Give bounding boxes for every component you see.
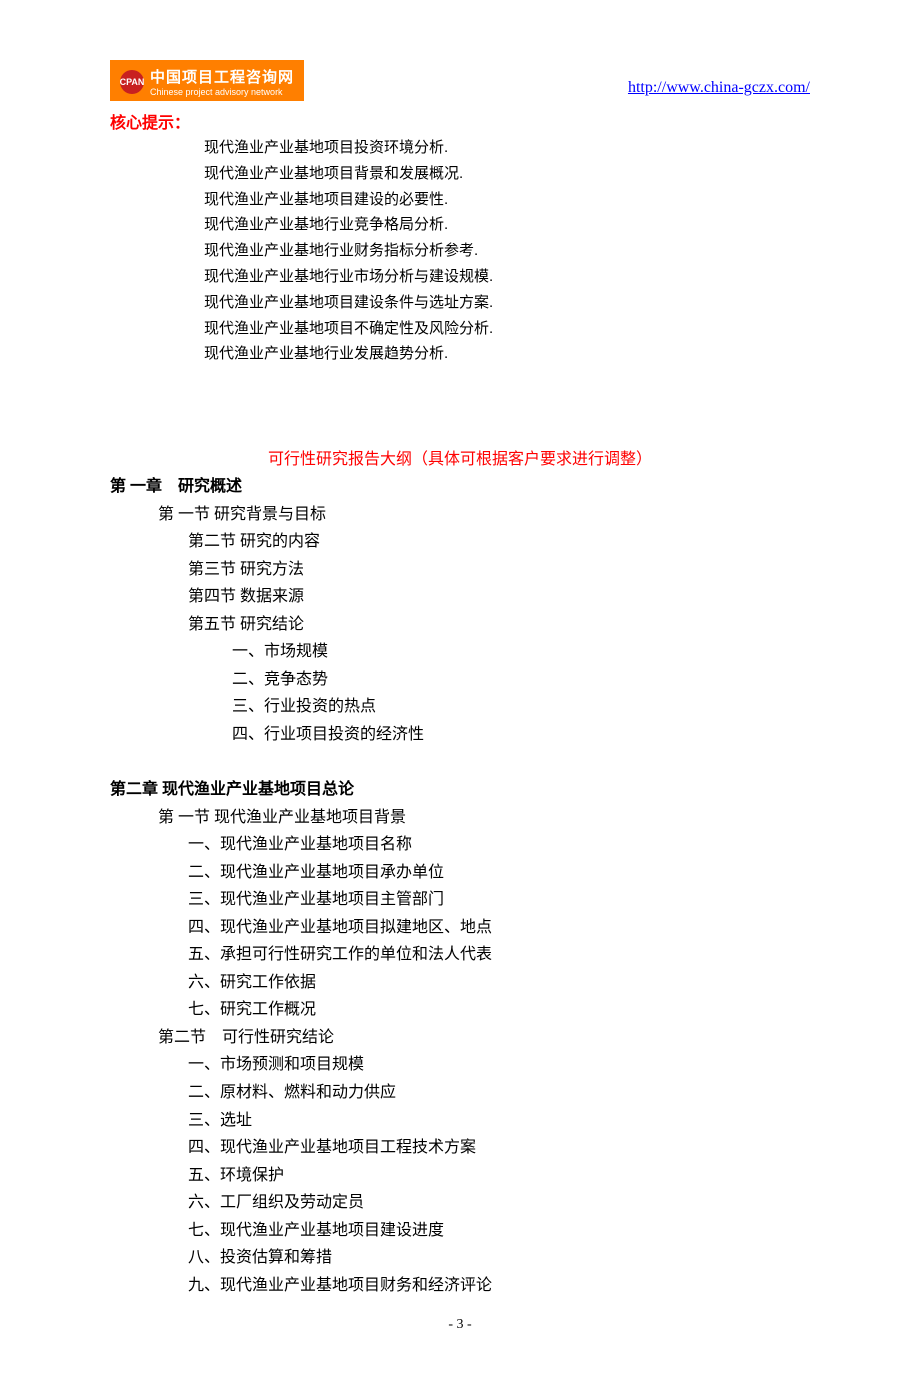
outline-item: 七、现代渔业产业基地项目建设进度: [188, 1217, 810, 1245]
hint-item: 现代渔业产业基地行业竞争格局分析.: [204, 212, 810, 238]
hint-item: 现代渔业产业基地项目不确定性及风险分析.: [204, 316, 810, 342]
outline-item: 一、市场预测和项目规模: [188, 1051, 810, 1079]
outline-title: 可行性研究报告大纲（具体可根据客户要求进行调整）: [110, 445, 810, 469]
outline-item: 三、行业投资的热点: [232, 693, 810, 721]
section-heading: 第四节 数据来源: [188, 583, 810, 611]
outline-item: 五、环境保护: [188, 1162, 810, 1190]
section-heading: 第 一节 现代渔业产业基地项目背景: [158, 804, 810, 832]
outline-item: 一、现代渔业产业基地项目名称: [188, 831, 810, 859]
outline-item: 三、现代渔业产业基地项目主管部门: [188, 886, 810, 914]
logo-text: 中国项目工程咨询网 Chinese project advisory netwo…: [150, 66, 294, 97]
outline-item: 二、现代渔业产业基地项目承办单位: [188, 859, 810, 887]
logo-text-cn: 中国项目工程咨询网: [150, 66, 294, 87]
core-hint-label: 核心提示：: [110, 109, 810, 133]
hint-item: 现代渔业产业基地项目建设的必要性.: [204, 187, 810, 213]
outline-item: 一、市场规模: [232, 638, 810, 666]
spacer: [110, 748, 810, 776]
outline-item: 四、现代渔业产业基地项目拟建地区、地点: [188, 914, 810, 942]
page-header: CPAN 中国项目工程咨询网 Chinese project advisory …: [110, 60, 810, 101]
logo-banner: CPAN 中国项目工程咨询网 Chinese project advisory …: [110, 60, 304, 101]
section-heading: 第二节 研究的内容: [188, 528, 810, 556]
outline-item: 七、研究工作概况: [188, 996, 810, 1024]
outline-item: 二、竞争态势: [232, 666, 810, 694]
source-url-link[interactable]: http://www.china-gczx.com/: [628, 79, 810, 101]
hint-list: 现代渔业产业基地项目投资环境分析. 现代渔业产业基地项目背景和发展概况. 现代渔…: [204, 135, 810, 367]
outline-item: 五、承担可行性研究工作的单位和法人代表: [188, 941, 810, 969]
outline-item: 九、现代渔业产业基地项目财务和经济评论: [188, 1272, 810, 1300]
outline-item: 三、选址: [188, 1107, 810, 1135]
section-heading: 第二节 可行性研究结论: [158, 1024, 810, 1052]
outline-item: 六、研究工作依据: [188, 969, 810, 997]
outline-item: 八、投资估算和筹措: [188, 1244, 810, 1272]
hint-item: 现代渔业产业基地项目投资环境分析.: [204, 135, 810, 161]
hint-item: 现代渔业产业基地行业市场分析与建设规模.: [204, 264, 810, 290]
logo-icon: CPAN: [120, 70, 144, 94]
hint-item: 现代渔业产业基地行业发展趋势分析.: [204, 341, 810, 367]
outline-item: 六、工厂组织及劳动定员: [188, 1189, 810, 1217]
section-heading: 第 一节 研究背景与目标: [158, 501, 810, 529]
section-heading: 第五节 研究结论: [188, 611, 810, 639]
hint-item: 现代渔业产业基地项目建设条件与选址方案.: [204, 290, 810, 316]
outline-item: 二、原材料、燃料和动力供应: [188, 1079, 810, 1107]
hint-item: 现代渔业产业基地行业财务指标分析参考.: [204, 238, 810, 264]
outline-item: 四、行业项目投资的经济性: [232, 721, 810, 749]
hint-item: 现代渔业产业基地项目背景和发展概况.: [204, 161, 810, 187]
chapter2-title: 第二章 现代渔业产业基地项目总论: [110, 776, 810, 804]
logo-text-en: Chinese project advisory network: [150, 87, 294, 97]
page-number: - 3 -: [110, 1317, 810, 1333]
chapter1-title: 第 一章 研究概述: [110, 473, 810, 501]
outline-item: 四、现代渔业产业基地项目工程技术方案: [188, 1134, 810, 1162]
section-heading: 第三节 研究方法: [188, 556, 810, 584]
